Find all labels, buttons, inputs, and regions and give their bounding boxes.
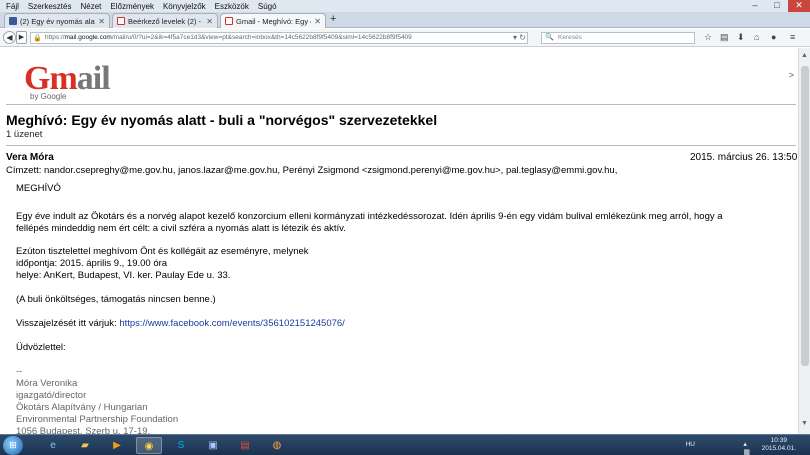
signature-title: igazgató/director	[16, 390, 87, 401]
search-placeholder: Keresés	[558, 34, 582, 41]
divider	[6, 145, 796, 146]
close-tab-icon[interactable]: ✕	[314, 17, 321, 26]
maximize-icon[interactable]: □	[766, 0, 788, 12]
message-date: 2015. március 26. 13:50	[690, 152, 798, 163]
menu-tools[interactable]: Eszközök	[215, 2, 249, 11]
back-icon[interactable]: ◀	[3, 31, 16, 44]
menu-edit[interactable]: Szerkesztés	[28, 2, 72, 11]
facebook-icon	[9, 17, 17, 25]
menu-help[interactable]: Súgó	[258, 2, 277, 11]
menu-history[interactable]: Előzmények	[110, 2, 154, 11]
search-engine-icon: 🔍	[545, 34, 554, 41]
reload-icon[interactable]: ▾ ↻	[513, 33, 526, 42]
tab-facebook[interactable]: (2) Egy év nyomás alatt - b... ✕	[4, 13, 110, 28]
language-indicator[interactable]: HU	[686, 441, 695, 448]
url-domain: mail.google.com	[64, 34, 112, 41]
clock-time: 10:39	[770, 437, 787, 444]
feedback-line: Visszajelzését itt várjuk: https://www.f…	[16, 318, 345, 330]
scroll-thumb[interactable]	[801, 66, 809, 366]
navigation-bar: ◀ ▶ https://mail.google.com/mail/u/0/?ui…	[0, 29, 810, 47]
app-icon[interactable]: ▤	[232, 437, 258, 454]
message-count: 1 üzenet	[6, 129, 43, 140]
firefox-icon[interactable]: ◍	[264, 437, 290, 454]
body-line: Ezúton tisztelettel meghívom Önt és koll…	[16, 246, 309, 257]
media-player-icon[interactable]: ▶	[104, 437, 130, 454]
start-button[interactable]: ⊞	[3, 436, 23, 455]
signature-separator: --	[16, 366, 23, 377]
close-icon[interactable]: ✕	[788, 0, 810, 12]
body-line: helye: AnKert, Budapest, VI. ker. Paulay…	[16, 270, 231, 281]
minimize-icon[interactable]: –	[744, 0, 766, 12]
menu-icon[interactable]: ≡	[790, 32, 795, 42]
body-line: időpontja: 2015. április 9., 19.00 óra	[16, 258, 168, 269]
bookmarks-list-icon[interactable]: ▤	[720, 32, 729, 43]
tab-gmail-message[interactable]: Gmail - Meghívó: Egy év ny... ✕	[220, 13, 326, 28]
signature-org: Ökotárs Alapítvány / Hungarian	[16, 402, 148, 413]
menu-bar: Fájl Szerkesztés Nézet Előzmények Könyvj…	[0, 0, 810, 12]
feedback-label: Visszajelzését itt várjuk:	[16, 318, 120, 329]
body-line: Egy éve indult az Ökotárs és a norvég al…	[16, 211, 723, 222]
skype-icon[interactable]: S	[168, 437, 194, 454]
body-line: Üdvözlettel:	[16, 342, 66, 353]
window-controls: – □ ✕	[744, 0, 810, 12]
tab-label: Gmail - Meghívó: Egy év ny...	[236, 16, 311, 26]
clock[interactable]: 10:39 2015.04.01.	[762, 437, 796, 453]
taskbar: ⊞ e ▰ ▶ ◉ S ▣ ▤ ◍ HU ▴ ▦ ◐ ♪ 10:39 2015.…	[0, 434, 810, 455]
divider	[6, 104, 796, 105]
forward-icon[interactable]: ▶	[16, 31, 27, 44]
tab-bar: (2) Egy év nyomás alatt - b... ✕ Beérkez…	[0, 12, 810, 28]
home-icon[interactable]: ⌂	[754, 32, 759, 42]
lock-icon: 🔒	[33, 35, 42, 42]
gmail-icon	[225, 17, 233, 25]
signature-org-en: Environmental Partnership Foundation	[16, 414, 179, 425]
close-tab-icon[interactable]: ✕	[98, 17, 105, 26]
recipients: Címzett: nandor.csepreghy@me.gov.hu, jan…	[6, 165, 618, 176]
tab-inbox[interactable]: Beérkező levelek (2) - mora... ✕	[112, 13, 218, 28]
print-icon[interactable]: >	[789, 70, 794, 80]
chrome-icon[interactable]: ◉	[136, 437, 162, 454]
signature-name: Móra Veronika	[16, 378, 78, 389]
search-input[interactable]: Keresés	[541, 32, 695, 44]
facebook-event-link[interactable]: https://www.facebook.com/events/35610215…	[119, 318, 345, 329]
menu-view[interactable]: Nézet	[80, 2, 101, 11]
body-line: fellépés mindeddig nem ért célt: a civil…	[16, 223, 346, 234]
menu-bookmarks[interactable]: Könyvjelzők	[163, 2, 206, 11]
body-line: (A buli önköltséges, támogatás nincsen b…	[16, 294, 216, 305]
tab-label: (2) Egy év nyomás alatt - b...	[20, 16, 95, 26]
body-heading: MEGHÍVÓ	[16, 183, 61, 194]
logo-by-google: by Google	[30, 92, 67, 101]
bookmark-star-icon[interactable]: ☆	[704, 32, 712, 43]
gmail-logo: Gmail by Google	[24, 60, 111, 101]
tray-icons[interactable]: ▴ ▦ ◐ ♪	[743, 440, 752, 455]
email-subject: Meghívó: Egy év nyomás alatt - buli a "n…	[6, 112, 438, 128]
new-tab-icon[interactable]: +	[330, 13, 336, 25]
explorer-icon[interactable]: ▰	[72, 437, 98, 454]
download-icon[interactable]: ⬇	[737, 32, 745, 43]
ie-icon[interactable]: e	[40, 437, 66, 454]
scroll-down-icon[interactable]: ▼	[801, 420, 808, 427]
url-prefix: https://	[45, 34, 65, 41]
menu-file[interactable]: Fájl	[6, 2, 19, 11]
chat-icon[interactable]: ●	[771, 32, 776, 42]
sender-name: Vera Móra	[6, 152, 54, 163]
clock-date: 2015.04.01.	[761, 445, 796, 452]
vertical-scrollbar[interactable]: ▲ ▼	[798, 48, 810, 434]
tab-label: Beérkező levelek (2) - mora...	[128, 16, 203, 26]
save-icon[interactable]: ▣	[200, 437, 226, 454]
gmail-icon	[117, 17, 125, 25]
url-path: /mail/u/0/?ui=2&ik=4f5a7ce1d3&view=pt&se…	[111, 34, 412, 41]
signature-address: 1056 Budapest, Szerb u. 17-19.	[16, 426, 151, 434]
address-bar[interactable]: https://mail.google.com/mail/u/0/?ui=2&i…	[30, 32, 528, 44]
scroll-up-icon[interactable]: ▲	[801, 52, 808, 59]
close-tab-icon[interactable]: ✕	[206, 17, 213, 26]
print-view: Gmail by Google > Meghívó: Egy év nyomás…	[0, 48, 798, 434]
